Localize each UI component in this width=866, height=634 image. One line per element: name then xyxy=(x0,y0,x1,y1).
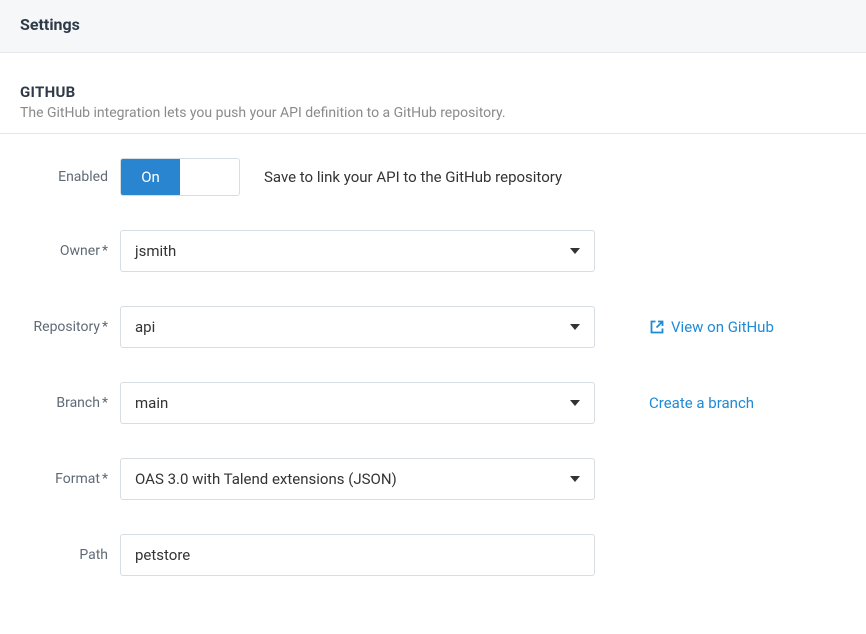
view-on-github-link[interactable]: View on GitHub xyxy=(671,318,774,336)
external-link-icon xyxy=(649,319,665,335)
label-path: Path xyxy=(0,547,120,563)
row-path: Path xyxy=(0,534,866,576)
required-marker: * xyxy=(102,395,108,411)
owner-select[interactable]: jsmith xyxy=(120,230,595,272)
label-branch-text: Branch xyxy=(56,395,100,411)
branch-select[interactable]: main xyxy=(120,382,595,424)
row-owner: Owner* jsmith xyxy=(0,230,866,272)
create-branch-link[interactable]: Create a branch xyxy=(649,394,754,412)
repository-aux: View on GitHub xyxy=(595,318,774,336)
path-input[interactable] xyxy=(120,534,595,576)
row-branch: Branch* main Create a branch xyxy=(0,382,866,424)
repository-select-value: api xyxy=(135,318,155,336)
topbar: Settings xyxy=(0,0,866,53)
owner-select-value: jsmith xyxy=(135,242,176,260)
label-repository: Repository* xyxy=(0,319,120,335)
label-format: Format* xyxy=(0,471,120,487)
label-branch: Branch* xyxy=(0,395,120,411)
format-select[interactable]: OAS 3.0 with Talend extensions (JSON) xyxy=(120,458,595,500)
enabled-toggle-off[interactable] xyxy=(180,159,239,195)
row-enabled: Enabled On Save to link your API to the … xyxy=(0,158,866,196)
branch-aux: Create a branch xyxy=(595,394,754,412)
enabled-toggle-on[interactable]: On xyxy=(121,159,180,195)
row-repository: Repository* api View on GitHub xyxy=(0,306,866,348)
label-owner-text: Owner xyxy=(60,243,100,259)
required-marker: * xyxy=(102,319,108,335)
label-enabled: Enabled xyxy=(0,169,120,185)
required-marker: * xyxy=(102,243,108,259)
chevron-down-icon xyxy=(570,476,580,482)
format-select-value: OAS 3.0 with Talend extensions (JSON) xyxy=(135,470,397,488)
chevron-down-icon xyxy=(570,324,580,330)
repository-select[interactable]: api xyxy=(120,306,595,348)
label-owner: Owner* xyxy=(0,243,120,259)
page-title: Settings xyxy=(20,15,846,34)
enabled-toggle[interactable]: On xyxy=(120,158,240,196)
label-format-text: Format xyxy=(55,471,100,487)
github-settings-form: Enabled On Save to link your API to the … xyxy=(0,134,866,634)
chevron-down-icon xyxy=(570,248,580,254)
row-format: Format* OAS 3.0 with Talend extensions (… xyxy=(0,458,866,500)
section-title: GITHUB xyxy=(20,83,846,101)
enabled-hint: Save to link your API to the GitHub repo… xyxy=(264,168,562,186)
section-description: The GitHub integration lets you push you… xyxy=(20,105,846,121)
chevron-down-icon xyxy=(570,400,580,406)
required-marker: * xyxy=(102,471,108,487)
branch-select-value: main xyxy=(135,394,168,412)
label-repository-text: Repository xyxy=(34,319,100,335)
section-header: GITHUB The GitHub integration lets you p… xyxy=(0,53,866,134)
